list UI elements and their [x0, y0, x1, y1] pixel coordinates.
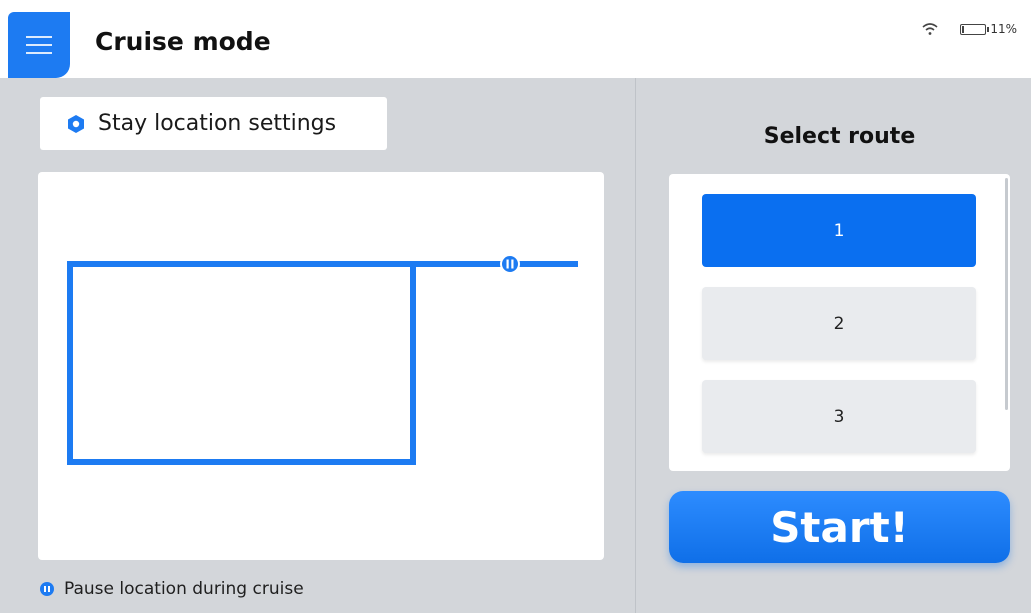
stay-location-settings-label: Stay location settings — [98, 111, 337, 136]
select-route-title: Select route — [763, 124, 916, 149]
battery-percent: 11% — [990, 22, 1017, 36]
header-bar: Cruise mode 11% — [0, 0, 1031, 78]
menu-button[interactable] — [8, 12, 70, 78]
start-button[interactable]: Start! — [669, 491, 1010, 563]
route-path-diagram — [67, 254, 578, 465]
battery-indicator: 11% — [960, 22, 1017, 36]
hexagon-settings-icon — [68, 114, 84, 133]
page-title: Cruise mode — [95, 27, 271, 56]
route-option-1[interactable]: 1 — [702, 194, 976, 267]
route-list[interactable]: 1 2 3 — [669, 174, 1010, 471]
battery-level-fill — [962, 25, 965, 33]
route-map — [38, 172, 604, 560]
battery-icon — [960, 23, 990, 35]
pause-location-icon — [40, 582, 54, 596]
status-bar: 11% — [922, 22, 1017, 36]
route-option-2[interactable]: 2 — [702, 287, 976, 360]
legend-label: Pause location during cruise — [64, 579, 304, 599]
route-option-3[interactable]: 3 — [702, 380, 976, 453]
panel-divider — [635, 78, 636, 613]
wifi-icon — [922, 23, 938, 35]
legend: Pause location during cruise — [40, 579, 304, 599]
stay-location-settings-button[interactable]: Stay location settings — [40, 97, 387, 150]
route-list-scrollbar[interactable] — [1005, 178, 1008, 410]
route-path-loop — [67, 261, 416, 465]
pause-location-marker[interactable] — [500, 254, 520, 274]
hamburger-menu-icon — [26, 36, 52, 54]
